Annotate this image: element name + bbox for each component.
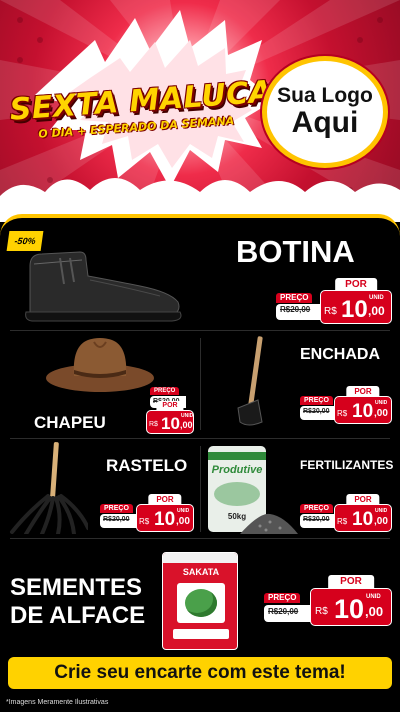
new-price-label: POR [328,575,374,588]
price-value: 10 [334,594,365,624]
old-price-label: PREÇO [300,396,333,405]
price-cents: ,00 [176,516,190,527]
currency: R$ [315,606,328,617]
product-title-botina: BOTINA [236,234,355,269]
rake-image [10,442,88,534]
seed-packet-image: SAKATA [162,552,238,650]
price-tag-enchada: PREÇO R$20,00 POR R$ 10 UNID ,00 [300,386,392,424]
unit-label: UNID [366,594,381,600]
logo-line-1: Sua Logo [277,84,373,107]
divider [200,446,201,532]
fertilizer-pile [240,513,298,534]
hoe-image [237,336,263,426]
currency: R$ [149,421,158,428]
product-title-chapeu: CHAPEU [34,413,106,432]
new-price-label: POR [346,494,380,505]
price-cents: ,00 [365,604,384,619]
product-title-enchada: ENCHADA [300,346,380,363]
packet-brand: SAKATA [182,567,220,577]
price-value: 10 [352,509,374,530]
new-price: POR R$ 10 UNID ,00 [320,278,392,324]
old-price: PREÇO R$20,00 [276,293,326,320]
price-cents: ,00 [180,420,193,430]
logo-line-2: Aqui [291,106,359,139]
hat-image [46,338,154,392]
price-cents: ,00 [374,516,388,527]
old-price: PREÇO R$20,00 [264,593,316,622]
price-tag-sementes: PREÇO R$20,00 POR R$ 10 UNID ,00 [264,575,392,626]
currency: R$ [324,306,337,317]
unit-label: UNID [369,295,384,301]
price-tag-fertilizantes: PREÇO R$20,00 POR R$ 10 UNID ,00 [300,494,392,532]
logo-placeholder[interactable]: Sua Logo Aqui [262,56,388,168]
new-price-label: POR [148,494,182,505]
old-price-value: R$20,00 [303,408,330,415]
product-title-line-1: SEMENTES [10,574,143,601]
old-price-label: PREÇO [300,504,333,513]
old-price-label: PREÇO [150,387,180,395]
price-tag-rastelo: PREÇO R$20,00 POR R$ 10 UNID ,00 [100,494,194,532]
new-price-label: POR [346,386,380,397]
currency: R$ [337,409,348,418]
hero-banner: SEXTA MALUCA! O DIA + ESPERADO DA SEMANA… [0,0,400,222]
price-value: 10 [154,509,176,530]
price-cents: ,00 [374,408,388,419]
new-price: POR R$ 10 UNID ,00 [334,494,392,532]
product-title-fertilizantes: FERTILIZANTES [300,458,394,472]
product-title-rastelo: RASTELO [106,456,188,475]
old-price-label: PREÇO [276,293,313,303]
price-cents: ,00 [368,304,385,318]
old-price-label: PREÇO [100,504,133,513]
product-title-line-2: DE ALFACE [10,602,146,629]
divider [10,330,390,331]
product-title-sementes: SEMENTES DE ALFACE [10,574,145,630]
boot-image [25,251,182,322]
new-price-label: POR [156,401,184,410]
old-price-value: R$20,00 [303,516,330,523]
bag-brand: Produtive [211,464,263,476]
old-price-value: R$20,00 [103,516,130,523]
old-price: PREÇO R$20,00 [100,504,138,528]
old-price-label: PREÇO [264,593,301,603]
new-price: POR R$ 10 UNID ,00 [136,494,194,532]
old-price: PREÇO R$20,00 [300,396,336,420]
unit-label: UNID [375,400,388,406]
unit-label: UNID [181,413,194,419]
old-price-value: R$20,00 [280,305,311,314]
divider [10,538,390,539]
divider [10,438,390,439]
price-tag-chapeu: PREÇO R$20,00 POR R$ 10 UNID ,00 [146,387,194,434]
price-value: 10 [161,414,180,433]
price-value: 10 [341,296,368,323]
currency: R$ [139,517,150,526]
cta-banner[interactable]: Crie seu encarte com este tema! [8,657,392,689]
currency: R$ [337,517,348,526]
old-price-value: R$20,00 [268,607,299,616]
price-tag-botina: PREÇO R$20,00 POR R$ 10 UNID ,00 [276,278,392,324]
unit-label: UNID [177,508,190,514]
divider [200,338,201,430]
new-price: POR R$ 10 UNID ,00 [310,575,392,626]
old-price: PREÇO R$20,00 [300,504,336,528]
price-value: 10 [352,401,374,422]
new-price: POR R$ 10 UNID ,00 [146,401,194,434]
new-price-label: POR [335,278,377,291]
new-price: POR R$ 10 UNID ,00 [334,386,392,424]
unit-label: UNID [375,508,388,514]
footnote: *Imagens Meramente Ilustrativas [6,699,109,706]
